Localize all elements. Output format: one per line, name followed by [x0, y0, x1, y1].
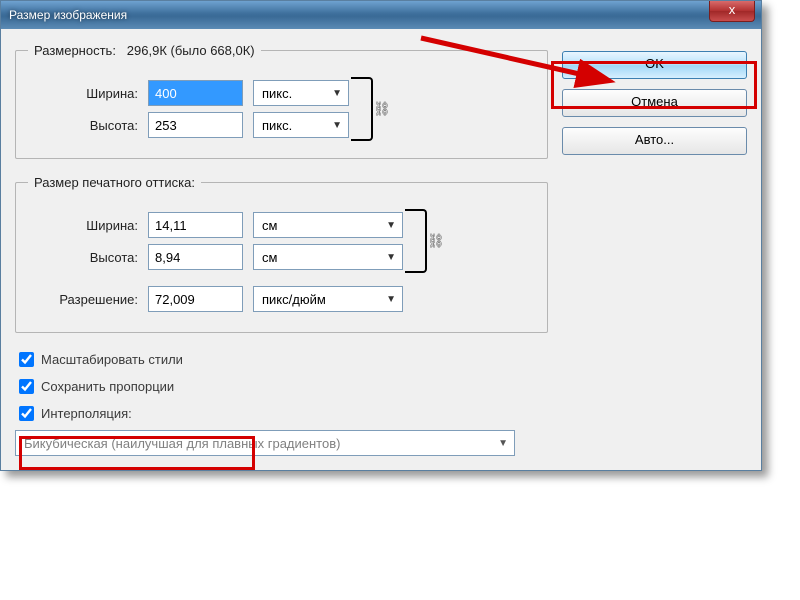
caret-down-icon: ▼ [498, 438, 508, 449]
resolution-label: Разрешение: [28, 292, 138, 307]
caret-down-icon: ▼ [386, 220, 396, 231]
interpolation-checkbox[interactable] [19, 406, 34, 421]
titlebar: Размер изображения x [1, 1, 761, 29]
scale-styles-checkbox[interactable] [19, 352, 34, 367]
pixel-width-label: Ширина: [28, 86, 138, 101]
constrain-proportions-checkbox[interactable] [19, 379, 34, 394]
print-link-bracket: ⛓ [405, 209, 427, 273]
main-column: Размерность: 296,9К (было 668,0К) Ширина… [15, 43, 548, 456]
ok-button[interactable]: OK [562, 51, 747, 79]
client-area: Размерность: 296,9К (было 668,0К) Ширина… [1, 29, 761, 470]
scale-styles-label: Масштабировать стили [41, 352, 183, 367]
print-size-legend: Размер печатного оттиска: [28, 175, 201, 190]
pixel-width-unit-select[interactable]: пикс.▼ [253, 80, 349, 106]
chain-link-icon: ⛓ [373, 101, 391, 118]
cancel-button[interactable]: Отмена [562, 89, 747, 117]
interpolation-checkbox-row[interactable]: Интерполяция: [15, 403, 548, 424]
caret-down-icon: ▼ [386, 252, 396, 263]
pixel-width-input[interactable] [148, 80, 243, 106]
button-column: OK Отмена Авто... [562, 43, 747, 155]
scale-styles-checkbox-row[interactable]: Масштабировать стили [15, 349, 548, 370]
pixel-height-unit-select[interactable]: пикс.▼ [253, 112, 349, 138]
print-width-input[interactable] [148, 212, 243, 238]
constrain-proportions-label: Сохранить пропорции [41, 379, 174, 394]
image-size-dialog: Размер изображения x Размерность: 296,9К… [0, 0, 762, 471]
pixel-dimensions-legend: Размерность: 296,9К (было 668,0К) [28, 43, 261, 58]
auto-button[interactable]: Авто... [562, 127, 747, 155]
print-width-unit-select[interactable]: см▼ [253, 212, 403, 238]
print-size-group: Размер печатного оттиска: Ширина: см▼ Вы… [15, 175, 548, 333]
resolution-unit-select[interactable]: пикс/дюйм▼ [253, 286, 403, 312]
close-button[interactable]: x [709, 1, 755, 22]
caret-down-icon: ▼ [386, 294, 396, 305]
chain-link-icon: ⛓ [427, 233, 445, 250]
interpolation-method-select[interactable]: Бикубическая (наилучшая для плавных град… [15, 430, 515, 456]
pixel-height-label: Высота: [28, 118, 138, 133]
pixel-link-bracket: ⛓ [351, 77, 373, 141]
print-height-unit-select[interactable]: см▼ [253, 244, 403, 270]
interpolation-label: Интерполяция: [41, 406, 132, 421]
print-height-label: Высота: [28, 250, 138, 265]
window-title: Размер изображения [9, 8, 127, 22]
caret-down-icon: ▼ [332, 88, 342, 99]
caret-down-icon: ▼ [332, 120, 342, 131]
constrain-proportions-checkbox-row[interactable]: Сохранить пропорции [15, 376, 548, 397]
pixel-dimensions-group: Размерность: 296,9К (было 668,0К) Ширина… [15, 43, 548, 159]
print-height-input[interactable] [148, 244, 243, 270]
print-width-label: Ширина: [28, 218, 138, 233]
resolution-input[interactable] [148, 286, 243, 312]
pixel-height-input[interactable] [148, 112, 243, 138]
